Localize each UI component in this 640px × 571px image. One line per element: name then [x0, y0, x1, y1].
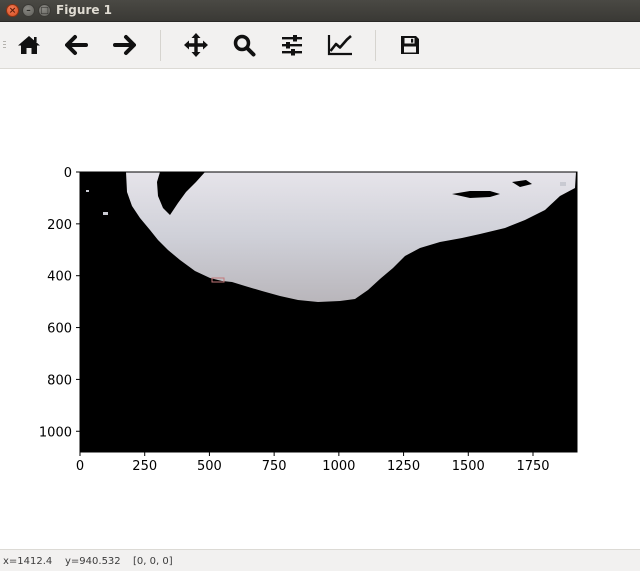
floppy-disk-icon [401, 36, 419, 54]
back-button[interactable] [64, 32, 90, 58]
toolbar-separator [375, 30, 376, 61]
configure-subplots-button[interactable] [279, 32, 305, 58]
navigation-toolbar [0, 22, 640, 69]
line-chart-icon [327, 35, 352, 56]
move-arrows-icon [184, 33, 208, 57]
window-maximize-button[interactable]: □ [38, 4, 51, 17]
x-tick-label: 1750 [516, 459, 549, 474]
x-tick-label: 500 [197, 459, 222, 474]
window-title: Figure 1 [56, 3, 113, 17]
toolbar-grip-handle[interactable] [3, 41, 7, 51]
x-tick-label: 1250 [387, 459, 420, 474]
home-button[interactable] [16, 32, 42, 58]
magnifier-icon [233, 34, 256, 57]
figure-canvas[interactable]: 0 250 500 750 1000 1250 1500 1750 0 200 400 600 800 1… [0, 70, 640, 548]
y-tick-label: 0 [64, 166, 72, 181]
window-close-button[interactable]: × [6, 4, 19, 17]
arrow-left-icon [65, 35, 88, 55]
cursor-x-readout: x=1412.4 [3, 556, 53, 567]
image-plot[interactable]: 0 250 500 750 1000 1250 1500 1750 0 200 400 600 800 1… [0, 70, 640, 548]
sky-speck [103, 212, 108, 215]
edit-parameters-button[interactable] [327, 32, 353, 58]
sky-speck [560, 182, 566, 186]
y-tick-label: 200 [47, 218, 72, 233]
x-tick-label: 0 [76, 459, 84, 474]
cursor-y-readout: y=940.532 [65, 556, 121, 567]
save-button[interactable] [397, 32, 423, 58]
y-tick-label: 600 [47, 322, 72, 337]
status-bar: x=1412.4 y=940.532 [0, 0, 0] [0, 549, 640, 571]
forward-button[interactable] [111, 32, 137, 58]
window-minimize-button[interactable]: – [22, 4, 35, 17]
masked-sky-image [80, 172, 577, 452]
sliders-icon [282, 35, 302, 56]
toolbar-separator [160, 30, 161, 61]
y-tick-label: 800 [47, 373, 72, 388]
x-tick-label: 1500 [452, 459, 485, 474]
arrow-right-icon [113, 35, 136, 55]
sky-speck [86, 190, 89, 192]
home-icon [18, 36, 40, 54]
pixel-value-readout: [0, 0, 0] [133, 556, 173, 567]
x-tick-label: 750 [262, 459, 287, 474]
x-tick-label: 1000 [322, 459, 355, 474]
window-titlebar: × – □ Figure 1 [0, 0, 640, 22]
y-tick-label: 1000 [39, 425, 72, 440]
pan-button[interactable] [183, 32, 209, 58]
zoom-button[interactable] [231, 32, 257, 58]
y-tick-label: 400 [47, 270, 72, 285]
x-tick-label: 250 [132, 459, 157, 474]
